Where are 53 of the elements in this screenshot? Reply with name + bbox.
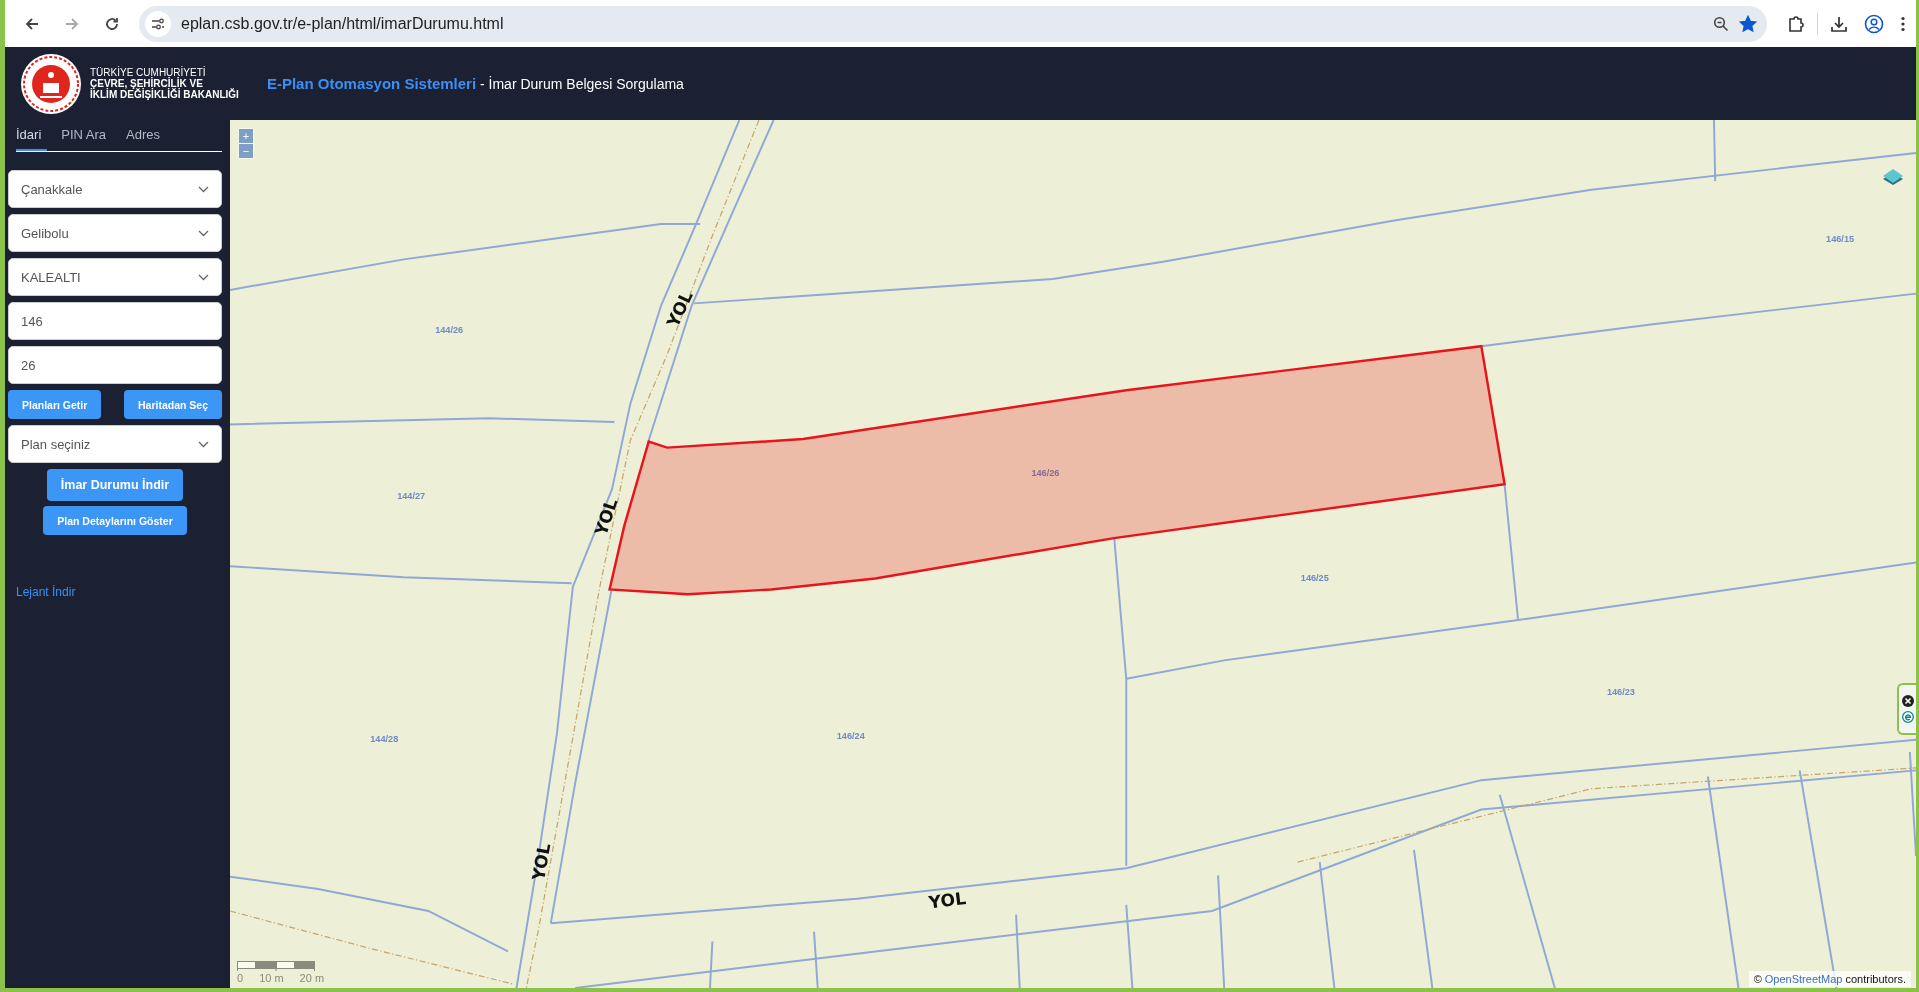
zoom-icon[interactable] [1713,15,1729,32]
reload-icon [104,15,120,32]
ministry-name-line: TÜRKİYE CUMHURİYETİ [90,67,207,78]
road-label: YOL [590,496,622,538]
chevron-down-icon [198,229,209,237]
sidebar-tab[interactable]: İdari [16,125,48,151]
back-arrow-icon [24,15,40,32]
scale-label: 20 m [299,972,325,984]
site-info-icon[interactable] [145,10,171,37]
url-text: eplan.csb.gov.tr/e-plan/html/imarDurumu.html [181,14,505,33]
dropdown-field[interactable]: Gelibolu [8,214,222,252]
scale-label: 10 m [259,972,284,984]
attribution-text: contributors. [1845,973,1906,985]
letter-e-icon[interactable] [1901,711,1914,723]
download-icon[interactable] [1830,14,1848,33]
copyright-sign: © [1753,973,1762,985]
parcel-label: 146/23 [1606,686,1635,697]
parcel-label: 144/26 [435,324,464,335]
menu-icon[interactable] [1900,15,1906,32]
road-label: YOL [662,288,697,331]
forward-arrow-icon [64,15,80,32]
dropdown-field[interactable]: Çanakkale [8,170,222,208]
bookmark-star-icon[interactable] [1739,14,1757,33]
layers-icon[interactable] [1882,168,1904,188]
sidebar-tab[interactable]: PIN Ara [61,125,113,151]
input-field[interactable]: 26 [8,346,222,384]
puzzle-icon[interactable] [1787,14,1805,33]
osm-link[interactable]: OpenStreetMap [1764,973,1843,985]
parcel-label: 146/24 [836,730,865,741]
ministry-emblem-icon [20,52,82,115]
profile-icon[interactable] [1864,13,1884,34]
dropdown-field[interactable]: KALEALTI [8,258,222,296]
parcel-label: 144/28 [370,734,399,745]
input-field[interactable]: 146 [8,302,222,340]
chevron-down-icon [198,440,209,448]
app-title: E-Plan Otomasyon Sistemleri [266,75,477,92]
close-icon[interactable] [1901,695,1914,707]
road-label: YOL [528,841,555,882]
page-title: - İmar Durum Belgesi Sorgulama [479,76,684,92]
parcel-label: 144/27 [397,491,426,501]
road-label: YOL [927,888,968,913]
parcel-label: 146/25 [1300,572,1329,583]
address-bar[interactable]: eplan.csb.gov.tr/e-plan/html/imarDurumu.html [139,5,1767,42]
ministry-name-line: ÇEVRE, ŞEHİRCİLİK VE [90,78,203,89]
sidebar-tab[interactable]: Adres [126,125,167,151]
parcel-label: 146/26 [1031,467,1060,478]
ministry-name-line: İKLİM DEĞİŞİKLİĞİ BAKANLIĞI [90,89,239,100]
legend-download-link[interactable]: Lejant İndir [16,585,222,599]
chevron-down-icon [198,273,209,281]
parcel-label: 146/15 [1826,234,1855,245]
chevron-down-icon [198,185,209,193]
plan-select[interactable]: Plan seçiniz [8,425,222,463]
scale-label: 0 [237,972,244,984]
